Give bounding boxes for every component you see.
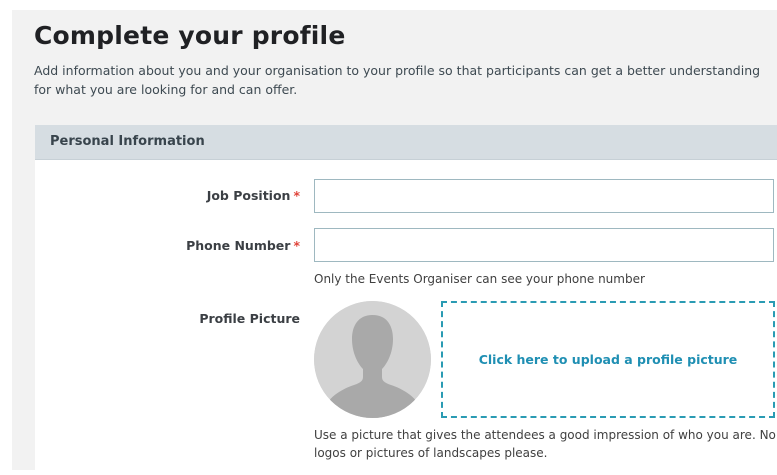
- profile-page: Complete your profile Add information ab…: [12, 10, 777, 475]
- person-silhouette-icon: [314, 301, 431, 418]
- required-marker: *: [293, 188, 300, 203]
- avatar-placeholder-graphic: [314, 301, 431, 418]
- phone-number-label-text: Phone Number: [186, 238, 291, 253]
- phone-number-label: Phone Number *: [60, 238, 300, 253]
- profile-picture-label: Profile Picture: [199, 311, 300, 326]
- page-intro: Add information about you and your organ…: [34, 63, 761, 97]
- page-title: Complete your profile: [34, 21, 346, 50]
- required-marker: *: [293, 238, 300, 253]
- phone-number-hint: Only the Events Organiser can see your p…: [314, 272, 645, 286]
- upload-link-text[interactable]: Click here to upload a profile picture: [479, 352, 738, 367]
- job-position-label-text: Job Position: [206, 188, 291, 203]
- job-position-label: Job Position *: [60, 188, 300, 203]
- section-title: Personal Information: [50, 134, 205, 149]
- profile-picture-upload-dropzone[interactable]: Click here to upload a profile picture: [441, 301, 775, 418]
- job-position-input[interactable]: [314, 179, 774, 213]
- section-header: Personal Information: [35, 125, 777, 160]
- profile-picture-hint: Use a picture that gives the attendees a…: [314, 428, 776, 460]
- phone-number-input[interactable]: [314, 228, 774, 262]
- personal-information-card: Personal Information Job Position * Phone…: [35, 125, 777, 475]
